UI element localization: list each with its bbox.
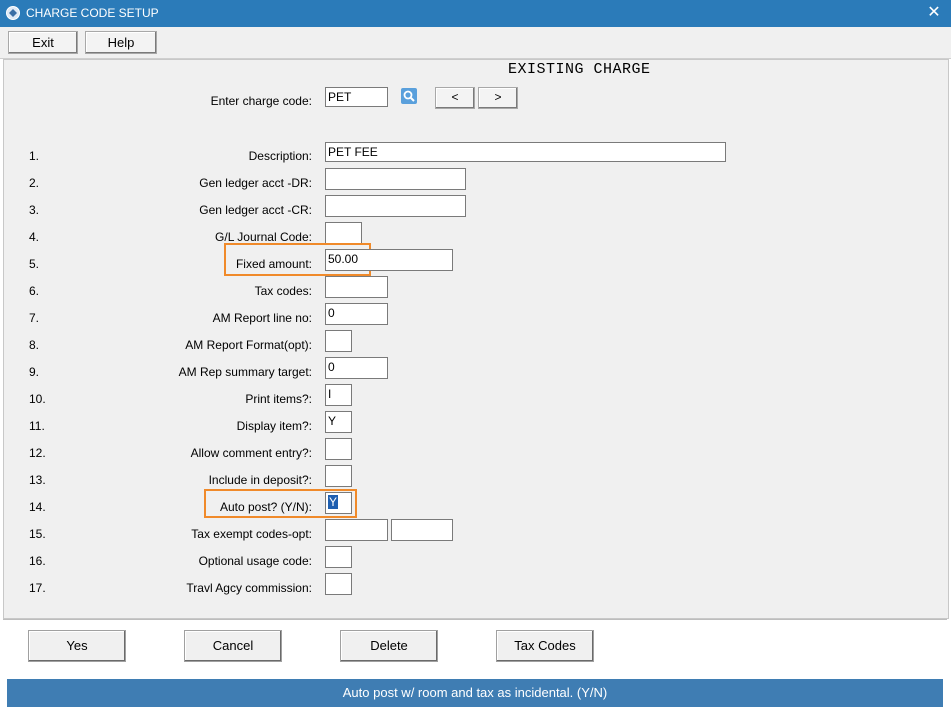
am-rep-summary-label: AM Rep summary target: — [178, 365, 312, 379]
tax-exempt-input-1[interactable] — [325, 519, 388, 541]
close-icon[interactable]: ✕ — [920, 1, 948, 25]
app-icon — [6, 6, 20, 20]
fixed-amount-label: Fixed amount: — [235, 257, 312, 271]
exit-button[interactable]: Exit — [8, 31, 78, 54]
am-report-line-label: AM Report line no: — [212, 311, 312, 325]
form-heading: EXISTING CHARGE — [508, 61, 651, 78]
tax-codes-input[interactable] — [325, 276, 388, 298]
help-button[interactable]: Help — [85, 31, 157, 54]
description-label: Description: — [248, 149, 312, 163]
fixed-amount-input[interactable]: 50.00 — [325, 249, 453, 271]
charge-code-label: Enter charge code: — [210, 94, 312, 108]
auto-post-input[interactable]: Y — [325, 492, 352, 514]
description-input[interactable]: PET FEE — [325, 142, 726, 162]
allow-comment-input[interactable] — [325, 438, 352, 460]
cancel-button[interactable]: Cancel — [184, 630, 282, 662]
tax-exempt-input-2[interactable] — [391, 519, 453, 541]
gl-acct-cr-input[interactable] — [325, 195, 466, 217]
print-items-label: Print items?: — [245, 392, 312, 406]
next-button[interactable]: > — [478, 87, 518, 109]
button-bar — [3, 619, 947, 675]
display-item-input[interactable]: Y — [325, 411, 352, 433]
optional-usage-label: Optional usage code: — [198, 554, 312, 568]
am-rep-summary-input[interactable]: 0 — [325, 357, 388, 379]
include-deposit-label: Include in deposit?: — [208, 473, 312, 487]
window-title: CHARGE CODE SETUP — [26, 6, 159, 20]
include-deposit-input[interactable] — [325, 465, 352, 487]
search-icon[interactable] — [401, 88, 417, 104]
tax-codes-button[interactable]: Tax Codes — [496, 630, 594, 662]
auto-post-value: Y — [328, 495, 339, 509]
tax-codes-label: Tax codes: — [254, 284, 312, 298]
tax-exempt-label: Tax exempt codes-opt: — [191, 527, 312, 541]
optional-usage-input[interactable] — [325, 546, 352, 568]
status-bar: Auto post w/ room and tax as incidental.… — [7, 679, 943, 707]
delete-button[interactable]: Delete — [340, 630, 438, 662]
travl-agcy-input[interactable] — [325, 573, 352, 595]
gl-journal-code-input[interactable] — [325, 222, 362, 244]
auto-post-label: Auto post? (Y/N): — [219, 500, 312, 514]
gl-journal-code-label: G/L Journal Code: — [215, 230, 312, 244]
charge-code-input[interactable]: PET — [325, 87, 388, 107]
yes-button[interactable]: Yes — [28, 630, 126, 662]
am-report-format-label: AM Report Format(opt): — [185, 338, 312, 352]
allow-comment-label: Allow comment entry?: — [190, 446, 312, 460]
am-report-format-input[interactable] — [325, 330, 352, 352]
gl-acct-cr-label: Gen ledger acct -CR: — [199, 203, 312, 217]
gl-acct-dr-input[interactable] — [325, 168, 466, 190]
display-item-label: Display item?: — [236, 419, 312, 433]
previous-button[interactable]: < — [435, 87, 475, 109]
gl-acct-dr-label: Gen ledger acct -DR: — [199, 176, 312, 190]
travl-agcy-label: Travl Agcy commission: — [186, 581, 312, 595]
am-report-line-input[interactable]: 0 — [325, 303, 388, 325]
print-items-input[interactable]: I — [325, 384, 352, 406]
